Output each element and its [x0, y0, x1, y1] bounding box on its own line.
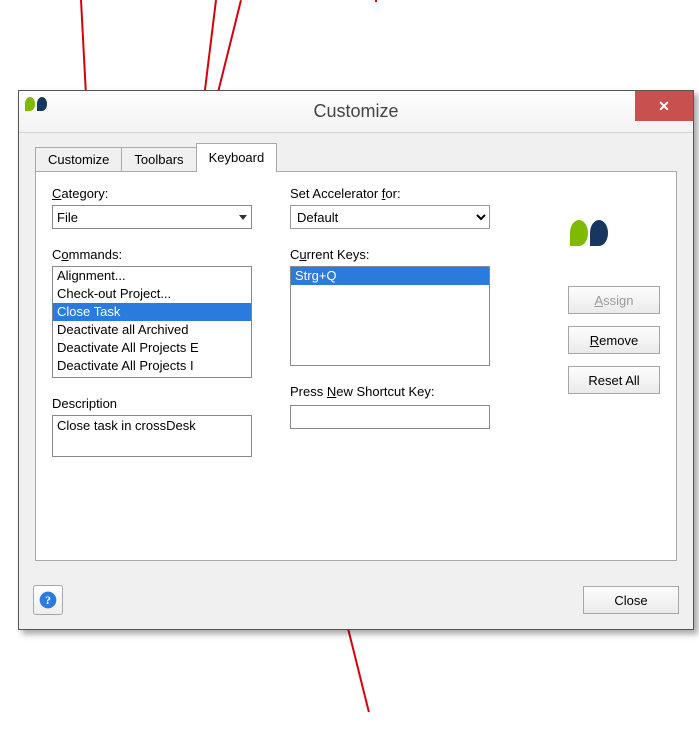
column-left: Category: File Commands: Alignment...Che… [52, 186, 272, 457]
command-item[interactable]: Deactivate all Archived [53, 321, 251, 339]
brand-logo-icon [570, 220, 618, 268]
command-item[interactable]: Alignment... [53, 267, 251, 285]
category-value: File [57, 210, 78, 225]
remove-button[interactable]: Remove [568, 326, 660, 354]
window-close-button[interactable]: ✕ [635, 91, 693, 121]
svg-text:?: ? [45, 594, 51, 607]
category-label: Category: [52, 186, 272, 201]
tab-strip: Customize Toolbars Keyboard [35, 143, 677, 172]
window-title: Customize [19, 101, 693, 122]
close-icon: ✕ [658, 98, 670, 115]
accelerator-label: Set Accelerator for: [290, 186, 510, 201]
titlebar: Customize ✕ [19, 91, 693, 133]
help-button[interactable]: ? [33, 585, 63, 615]
new-shortcut-input[interactable] [290, 405, 490, 429]
app-logo-icon [25, 97, 55, 127]
help-icon: ? [38, 590, 58, 610]
command-item[interactable]: Check-out Project... [53, 285, 251, 303]
dialog-content: Customize Toolbars Keyboard Category: Fi… [19, 133, 693, 629]
description-box: Close task in crossDesk [52, 415, 252, 457]
keyboard-panel: Category: File Commands: Alignment...Che… [35, 171, 677, 561]
chevron-down-icon [239, 215, 247, 220]
description-label: Description [52, 396, 272, 411]
accelerator-combo[interactable]: Default [290, 205, 490, 229]
customize-dialog: Customize ✕ Customize Toolbars Keyboard … [18, 90, 694, 630]
commands-label: Commands: [52, 247, 272, 262]
current-keys-box[interactable]: Strg+Q [290, 266, 490, 366]
current-keys-label: Current Keys: [290, 247, 510, 262]
category-combo[interactable]: File [52, 205, 252, 229]
press-new-label: Press New Shortcut Key: [290, 384, 510, 399]
close-button[interactable]: Close [583, 586, 679, 614]
tab-keyboard[interactable]: Keyboard [196, 143, 278, 172]
tab-customize[interactable]: Customize [35, 147, 122, 172]
command-item[interactable]: Deactivate All Projects I [53, 357, 251, 375]
dialog-footer: ? Close [33, 585, 679, 615]
command-item[interactable]: Deactivate All Projects E [53, 339, 251, 357]
command-item[interactable]: Close Task [53, 303, 251, 321]
column-right: Assign Remove Reset All [528, 186, 660, 457]
commands-listbox[interactable]: Alignment...Check-out Project...Close Ta… [52, 266, 252, 378]
reset-all-button[interactable]: Reset All [568, 366, 660, 394]
assign-button[interactable]: Assign [568, 286, 660, 314]
tab-toolbars[interactable]: Toolbars [121, 147, 196, 172]
current-key-item[interactable]: Strg+Q [291, 267, 489, 285]
column-middle: Set Accelerator for: Default Current Key… [290, 186, 510, 457]
